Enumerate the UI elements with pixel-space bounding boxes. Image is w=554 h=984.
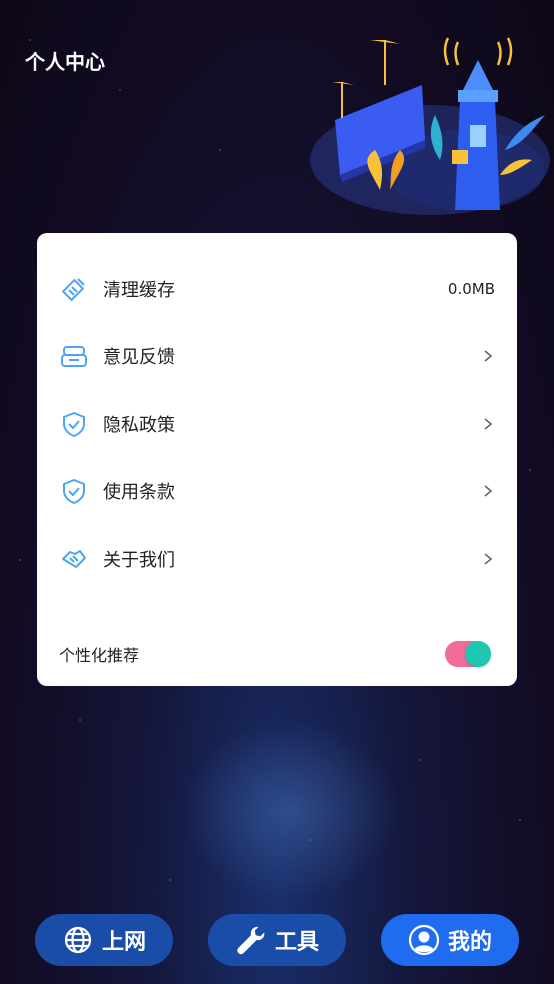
menu-item-about-us[interactable]: 关于我们: [37, 531, 517, 587]
handshake-icon: [59, 544, 89, 574]
feedback-icon: [59, 341, 89, 371]
menu-item-feedback[interactable]: 意见反馈: [37, 328, 517, 384]
lighthouse-illustration: [310, 37, 550, 215]
nav-web-label: 上网: [101, 930, 146, 955]
toggle-knob: [465, 641, 491, 667]
shield-check-icon: [59, 409, 89, 439]
personalized-recommendation-label: 个性化推荐: [59, 646, 140, 665]
user-icon: [408, 924, 440, 956]
menu-label: 意见反馈: [103, 347, 175, 368]
personalized-recommendation-row: 个性化推荐: [37, 631, 517, 677]
nav-web-button[interactable]: 上网: [35, 914, 173, 966]
nav-tools-button[interactable]: 工具: [208, 914, 346, 966]
personalized-recommendation-toggle[interactable]: [445, 641, 491, 667]
broom-icon: [59, 274, 89, 304]
wrench-icon: [235, 924, 267, 956]
nav-me-button[interactable]: 我的: [381, 914, 519, 966]
menu-item-privacy-policy[interactable]: 隐私政策: [37, 396, 517, 452]
menu-label: 使用条款: [103, 482, 175, 503]
shield-check-icon: [59, 476, 89, 506]
menu-item-clear-cache[interactable]: 清理缓存 0.0MB: [37, 261, 517, 317]
menu-label: 隐私政策: [103, 415, 175, 436]
bottom-nav: 上网 工具 我的: [0, 914, 554, 968]
cache-size: 0.0MB: [447, 280, 495, 298]
chevron-right-icon: [483, 484, 495, 498]
chevron-right-icon: [483, 417, 495, 431]
globe-icon: [62, 924, 94, 956]
nav-tools-label: 工具: [274, 930, 319, 955]
chevron-right-icon: [483, 349, 495, 363]
menu-label: 清理缓存: [103, 280, 175, 301]
nebula-glow: [180, 720, 400, 900]
chevron-right-icon: [483, 552, 495, 566]
page-title: 个人中心: [25, 50, 105, 74]
nav-me-label: 我的: [447, 930, 492, 955]
settings-card: 清理缓存 0.0MB 意见反馈 隐私政策 使用条款 关于我们 个性化推荐: [37, 233, 517, 686]
menu-item-terms-of-use[interactable]: 使用条款: [37, 463, 517, 519]
menu-label: 关于我们: [103, 550, 175, 571]
